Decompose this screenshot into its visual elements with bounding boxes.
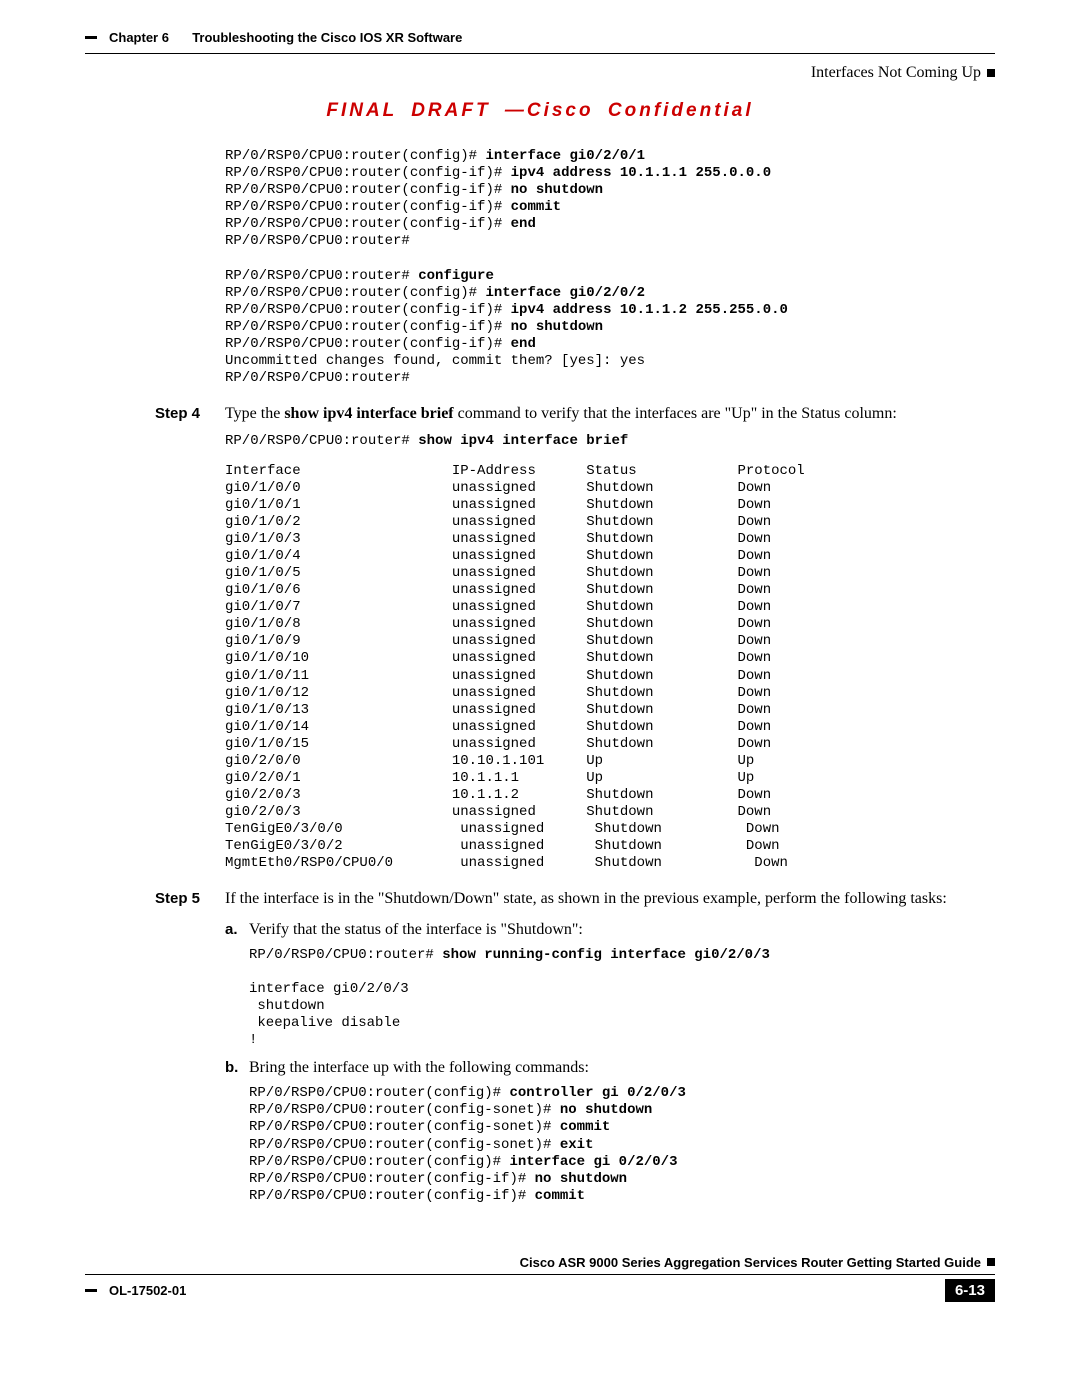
code-block-1: RP/0/RSP0/CPU0:router(config)# interface… [225, 148, 995, 387]
chapter-label: Chapter 6 [109, 30, 169, 45]
step4-label: Step 4 [155, 403, 225, 425]
step5-body: If the interface is in the "Shutdown/Dow… [225, 888, 995, 910]
sub-b-label: b. [225, 1059, 249, 1077]
step5-label: Step 5 [155, 888, 225, 910]
step4-body: Type the show ipv4 interface brief comma… [225, 403, 995, 425]
page-number: 6-13 [945, 1279, 995, 1302]
footer-doc-id: OL-17502-01 [109, 1283, 186, 1298]
header-left: Chapter 6 Troubleshooting the Cisco IOS … [85, 30, 462, 45]
section-title: Interfaces Not Coming Up [811, 64, 981, 82]
code-block-a: RP/0/RSP0/CPU0:router# show running-conf… [249, 947, 995, 1049]
code-block-b: RP/0/RSP0/CPU0:router(config)# controlle… [249, 1085, 995, 1205]
footer-guide: Cisco ASR 9000 Series Aggregation Servic… [520, 1255, 981, 1270]
show-cmd: RP/0/RSP0/CPU0:router# show ipv4 interfa… [225, 433, 995, 450]
sub-b-body: Bring the interface up with the followin… [249, 1059, 995, 1077]
footer-dot-icon [987, 1258, 995, 1266]
draft-title: FINAL DRAFT —Cisco Confidential [85, 100, 995, 122]
sub-a-label: a. [225, 921, 249, 939]
interface-table: Interface IP-Address Status Protocol gi0… [225, 463, 995, 873]
header-dot-icon [987, 69, 995, 77]
sub-a-body: Verify that the status of the interface … [249, 921, 995, 939]
chapter-title: Troubleshooting the Cisco IOS XR Softwar… [192, 30, 462, 45]
